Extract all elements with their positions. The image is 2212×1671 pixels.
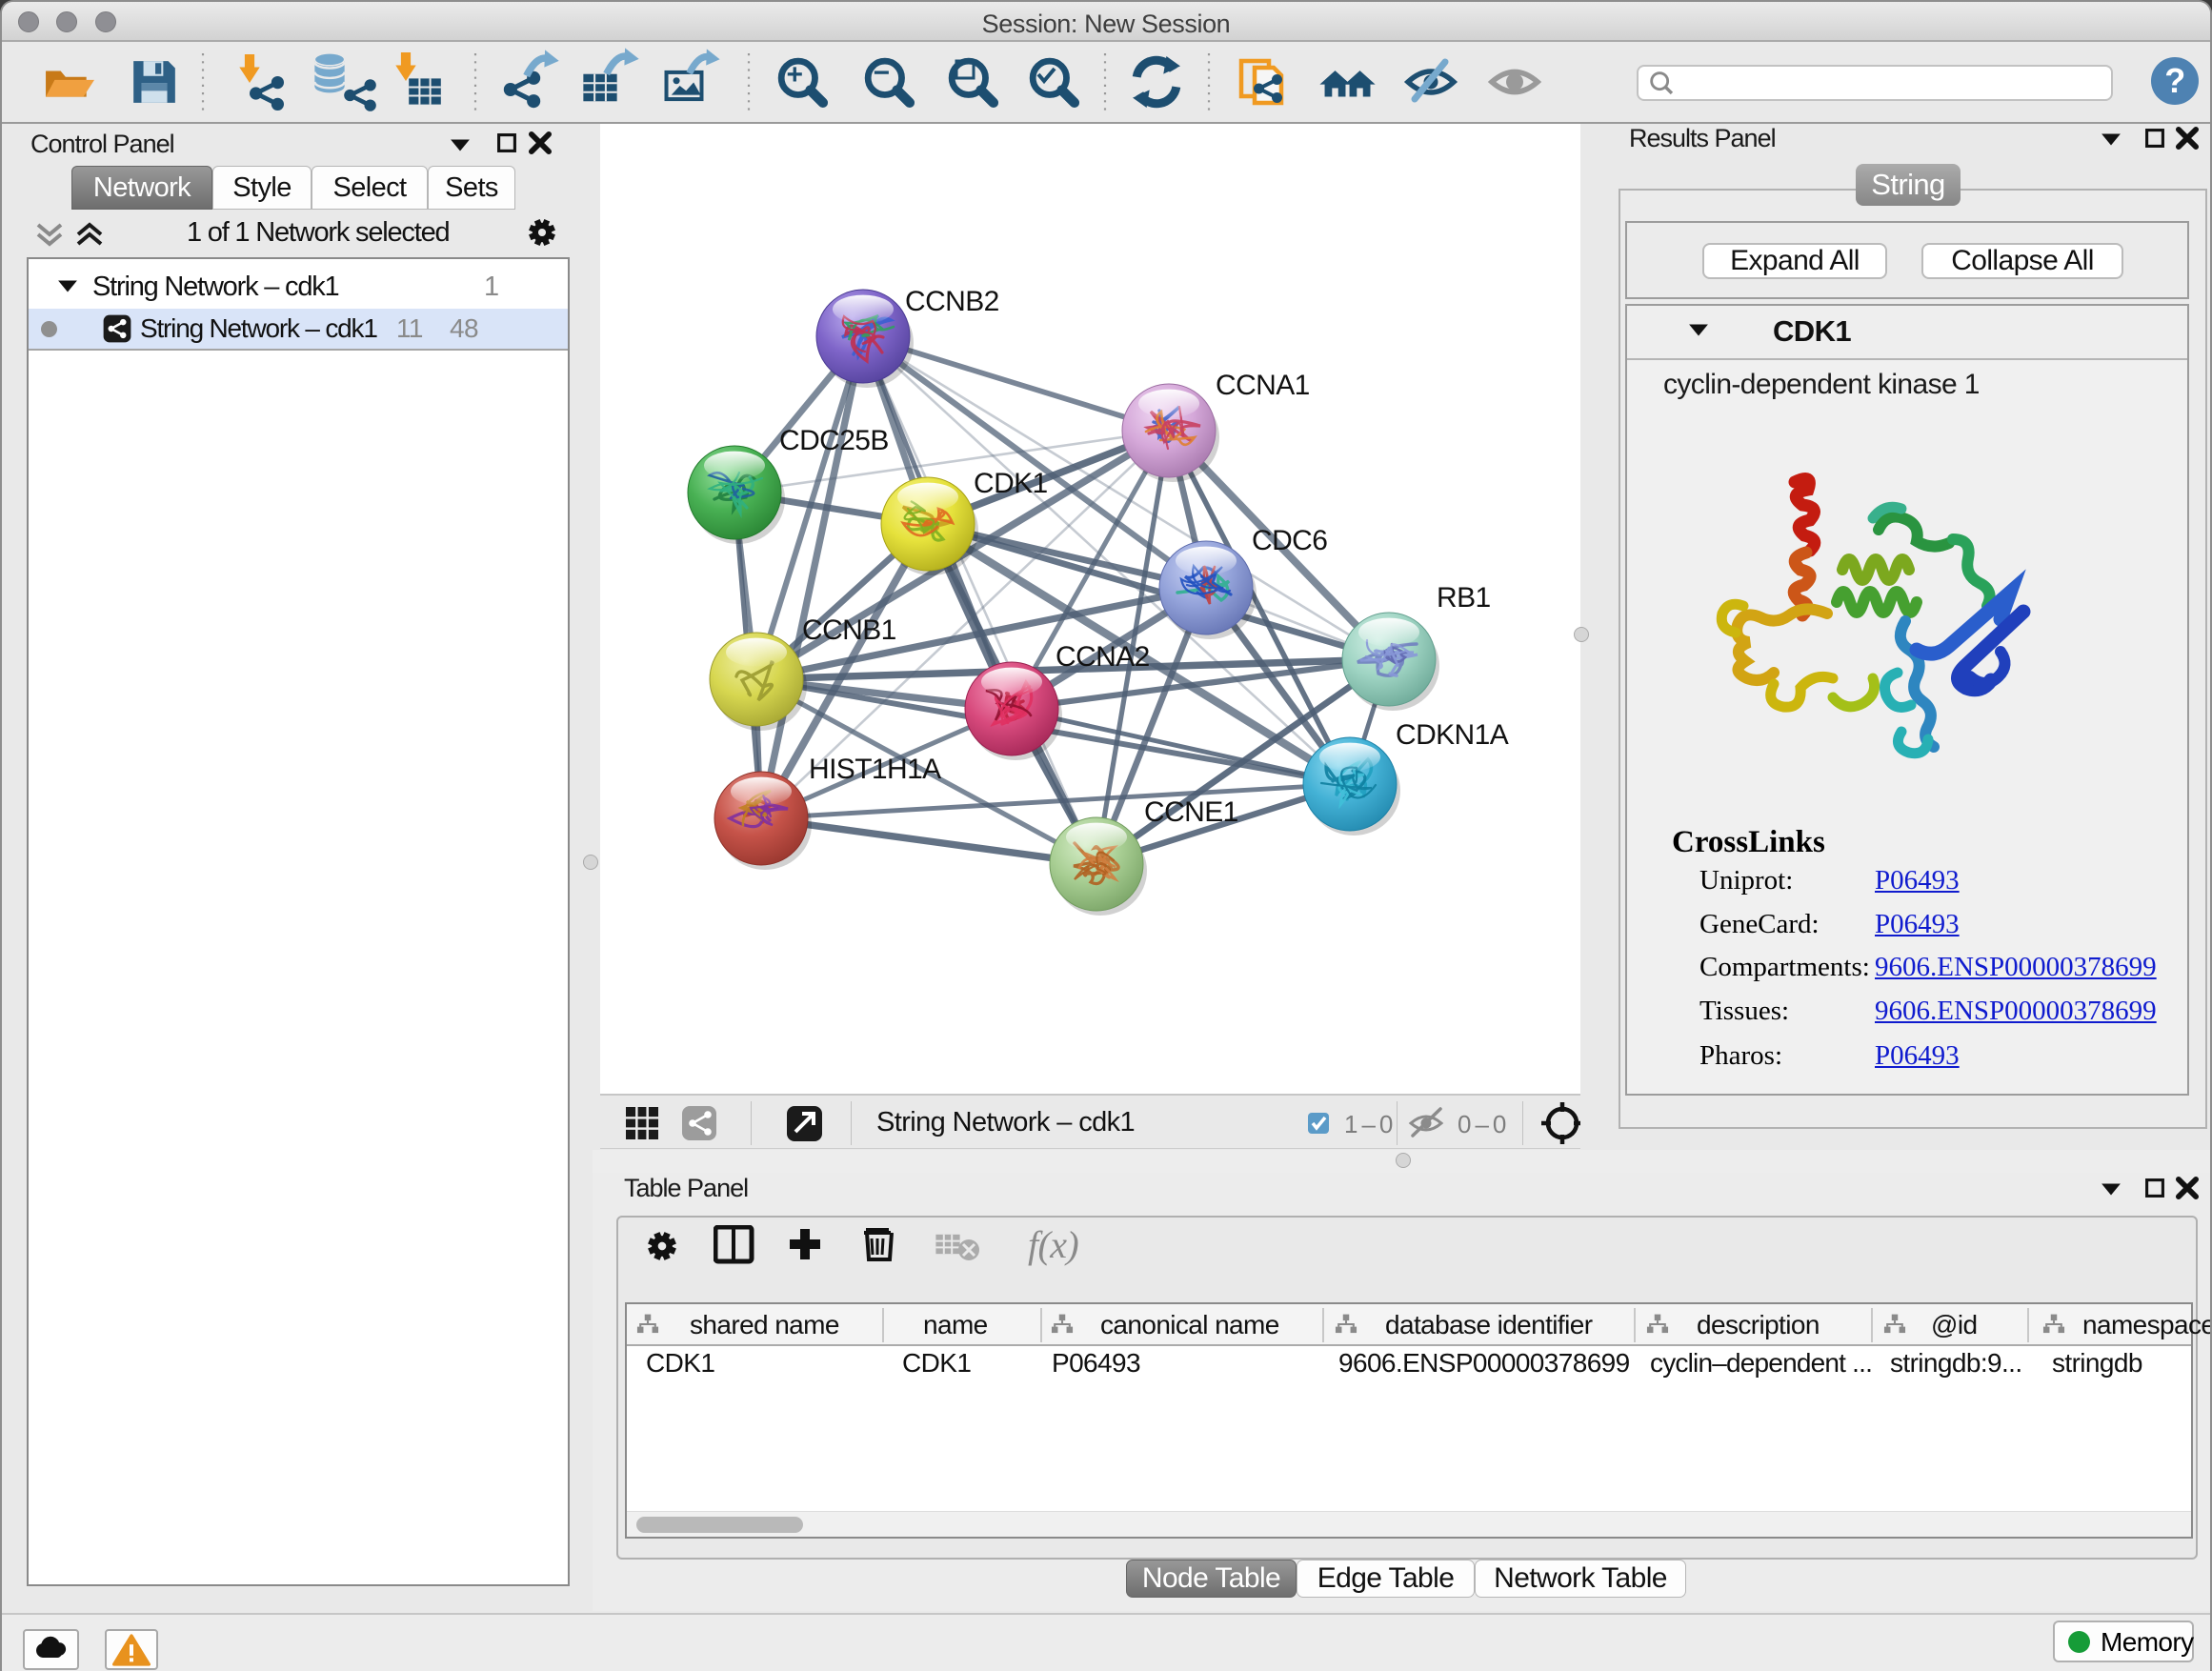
svg-text:CCNB1: CCNB1: [802, 614, 896, 646]
svg-text:CDC25B: CDC25B: [779, 425, 889, 456]
svg-text:CCNE1: CCNE1: [1144, 796, 1238, 828]
svg-text:CDC6: CDC6: [1252, 525, 1327, 556]
svg-text:HIST1H1A: HIST1H1A: [809, 754, 941, 785]
svg-text:CDK1: CDK1: [974, 468, 1048, 499]
svg-text:CCNA2: CCNA2: [1056, 641, 1150, 673]
svg-text:CDKN1A: CDKN1A: [1396, 719, 1509, 751]
svg-text:f(x): f(x): [1028, 1225, 1078, 1266]
svg-text:RB1: RB1: [1437, 582, 1491, 614]
svg-text:+: +: [787, 59, 803, 91]
svg-text:−: −: [874, 57, 890, 89]
svg-text:CCNA1: CCNA1: [1216, 370, 1310, 401]
svg-text:CCNB2: CCNB2: [905, 286, 999, 317]
